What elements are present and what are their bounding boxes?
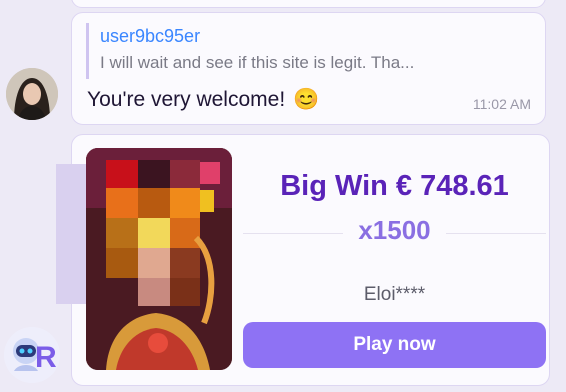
previous-message-card (71, 0, 546, 8)
message-timestamp: 11:02 AM (472, 96, 531, 112)
message-text-row: You're very welcome! 😊 (87, 88, 319, 112)
quoted-text: I will wait and see if this site is legi… (100, 53, 415, 72)
win-multiplier: x1500 (358, 215, 431, 245)
multiplier-row: x1500 (243, 215, 546, 251)
winner-name: Eloi**** (363, 284, 426, 305)
bot-avatar[interactable]: R (4, 327, 60, 383)
win-card-accent (56, 164, 86, 304)
user-avatar[interactable] (6, 68, 58, 120)
quoted-message[interactable]: user9bc95er I will wait and see if this … (86, 23, 522, 79)
quoted-username[interactable]: user9bc95er (100, 26, 200, 47)
game-thumbnail[interactable] (86, 148, 232, 370)
play-now-button[interactable]: Play now (243, 322, 546, 368)
game-thumbnail-image (86, 148, 232, 370)
chat-message-card: user9bc95er I will wait and see if this … (71, 12, 546, 125)
message-text: You're very welcome! (87, 88, 286, 111)
win-title: Big Win € 748.61 (280, 170, 509, 202)
bot-avatar-letter: R (35, 341, 57, 374)
user-avatar-image (6, 68, 58, 120)
smile-emoji-icon: 😊 (293, 88, 320, 111)
